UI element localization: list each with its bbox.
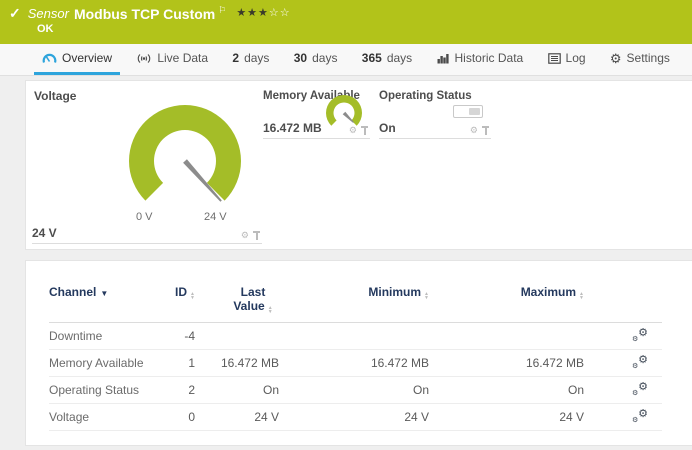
channel-settings-gear-icon[interactable]: ⚙ xyxy=(349,126,357,135)
column-header-minimum[interactable]: Minimum▲▼ xyxy=(279,285,429,300)
channel-settings-icon[interactable]: ⚙⚙ xyxy=(632,328,648,342)
tab-label: Live Data xyxy=(157,51,208,65)
pin-icon[interactable] xyxy=(482,126,489,135)
memory-gauge-tile[interactable]: Memory Available 16.472 MB ⚙ xyxy=(263,90,370,139)
gauge-needle xyxy=(343,112,354,123)
table-header-row: Channel▼ ID▲▼ Last Value▲▼ Minimum▲▼ Max… xyxy=(49,285,662,323)
column-label: Minimum xyxy=(368,285,421,299)
gauge-icon xyxy=(42,52,57,64)
column-label: Last Value xyxy=(233,285,265,313)
table-row-memory-available[interactable]: Memory Available 1 16.472 MB 16.472 MB 1… xyxy=(49,350,662,377)
column-label: ID xyxy=(175,285,187,299)
channel-minimum: On xyxy=(279,383,429,397)
sensor-header: ✓ Sensor Modbus TCP Custom ⚐ ★★★☆☆ OK xyxy=(0,0,692,44)
gauge-value: 24 V xyxy=(32,226,57,240)
channel-maximum: On xyxy=(429,383,584,397)
table-row-operating-status[interactable]: Operating Status 2 On On On ⚙⚙ xyxy=(49,377,662,404)
table-row-downtime[interactable]: Downtime -4 ⚙⚙ xyxy=(49,323,662,350)
overview-content: Voltage 0 V 24 V 24 V ⚙ Memory Available… xyxy=(0,76,692,446)
channel-last-value: 16.472 MB xyxy=(195,356,279,370)
gauges-panel: Voltage 0 V 24 V 24 V ⚙ Memory Available… xyxy=(25,80,692,250)
sort-active-icon: ▼ xyxy=(100,289,108,298)
channel-maximum: 16.472 MB xyxy=(429,356,584,370)
channel-settings-icon[interactable]: ⚙⚙ xyxy=(632,409,648,423)
status-ok-check-icon: ✓ xyxy=(9,5,21,22)
tab-30-days[interactable]: 30 days xyxy=(286,44,346,75)
tab-live-data[interactable]: Live Data xyxy=(128,44,216,75)
tab-settings[interactable]: ⚙ Settings xyxy=(602,44,678,75)
column-label: Maximum xyxy=(521,285,576,299)
gauge-value: 16.472 MB xyxy=(263,121,322,135)
gauge-title: Voltage xyxy=(34,89,76,103)
channel-id: 0 xyxy=(167,410,195,424)
stars-empty: ☆☆ xyxy=(269,7,291,19)
tab-historic-data[interactable]: Historic Data xyxy=(429,44,532,75)
channel-name: Downtime xyxy=(49,329,167,343)
tab-2-days[interactable]: 2 days xyxy=(224,44,277,75)
gauge-scale-min: 0 V xyxy=(136,211,153,223)
channel-last-value: On xyxy=(195,383,279,397)
tab-365-days[interactable]: 365 days xyxy=(354,44,420,75)
tab-label: days xyxy=(387,51,412,65)
voltage-gauge-tile[interactable]: Voltage 0 V 24 V 24 V ⚙ xyxy=(32,86,262,244)
tab-number: 365 xyxy=(362,51,382,65)
tab-number: 30 xyxy=(294,51,307,65)
live-signal-icon xyxy=(136,53,152,64)
channels-table: Channel▼ ID▲▼ Last Value▲▼ Minimum▲▼ Max… xyxy=(49,285,662,431)
gauge-title: Operating Status xyxy=(379,90,472,102)
channel-id: 2 xyxy=(167,383,195,397)
priority-stars[interactable]: ★★★☆☆ xyxy=(236,6,290,19)
channel-settings-gear-icon[interactable]: ⚙ xyxy=(470,126,478,135)
log-icon xyxy=(548,53,561,64)
tab-label: Settings xyxy=(627,51,670,65)
channel-maximum: 24 V xyxy=(429,410,584,424)
pin-icon[interactable] xyxy=(361,126,368,135)
tab-bar: Overview Live Data 2 days 30 days 365 da… xyxy=(0,44,692,76)
gauge-scale-max: 24 V xyxy=(204,211,227,223)
tab-label: Historic Data xyxy=(455,51,524,65)
channel-settings-gear-icon[interactable]: ⚙ xyxy=(241,231,249,240)
tab-label: Log xyxy=(566,51,586,65)
sort-icon: ▲▼ xyxy=(268,306,273,314)
channel-minimum: 16.472 MB xyxy=(279,356,429,370)
priority-flag-icon[interactable]: ⚐ xyxy=(218,5,226,16)
channel-last-value: 24 V xyxy=(195,410,279,424)
tab-label: days xyxy=(312,51,337,65)
table-row-voltage[interactable]: Voltage 0 24 V 24 V 24 V ⚙⚙ xyxy=(49,404,662,431)
channel-id: 1 xyxy=(167,356,195,370)
tab-label: days xyxy=(244,51,269,65)
tab-log[interactable]: Log xyxy=(540,44,594,75)
pin-icon[interactable] xyxy=(253,231,260,240)
sensor-kind-label: Sensor xyxy=(28,6,69,21)
bar-chart-icon xyxy=(437,53,450,64)
tab-overview[interactable]: Overview xyxy=(34,44,120,75)
status-badge: OK xyxy=(37,23,692,35)
column-header-maximum[interactable]: Maximum▲▼ xyxy=(429,285,584,300)
channel-settings-icon[interactable]: ⚙⚙ xyxy=(632,382,648,396)
toggle-switch-icon xyxy=(453,105,483,118)
sort-icon: ▲▼ xyxy=(579,292,584,300)
tab-number: 2 xyxy=(232,51,239,65)
stars-filled: ★★★ xyxy=(236,7,269,19)
column-header-channel[interactable]: Channel ▼ xyxy=(49,285,167,299)
channel-name: Memory Available xyxy=(49,356,167,370)
gear-icon: ⚙ xyxy=(610,52,622,65)
sensor-title: Modbus TCP Custom xyxy=(74,6,215,22)
channel-id: -4 xyxy=(167,329,195,343)
channel-name: Operating Status xyxy=(49,383,167,397)
channel-minimum: 24 V xyxy=(279,410,429,424)
gauge-value: On xyxy=(379,121,396,135)
channel-name: Voltage xyxy=(49,410,167,424)
column-header-id[interactable]: ID▲▼ xyxy=(167,285,195,300)
column-label: Channel xyxy=(49,285,96,299)
tab-label: Overview xyxy=(62,51,112,65)
channel-settings-icon[interactable]: ⚙⚙ xyxy=(632,355,648,369)
operating-status-tile[interactable]: Operating Status On ⚙ xyxy=(379,90,491,139)
column-header-last-value[interactable]: Last Value▲▼ xyxy=(195,285,279,314)
channels-panel: Channel▼ ID▲▼ Last Value▲▼ Minimum▲▼ Max… xyxy=(25,260,692,446)
voltage-gauge-dial xyxy=(120,104,250,222)
